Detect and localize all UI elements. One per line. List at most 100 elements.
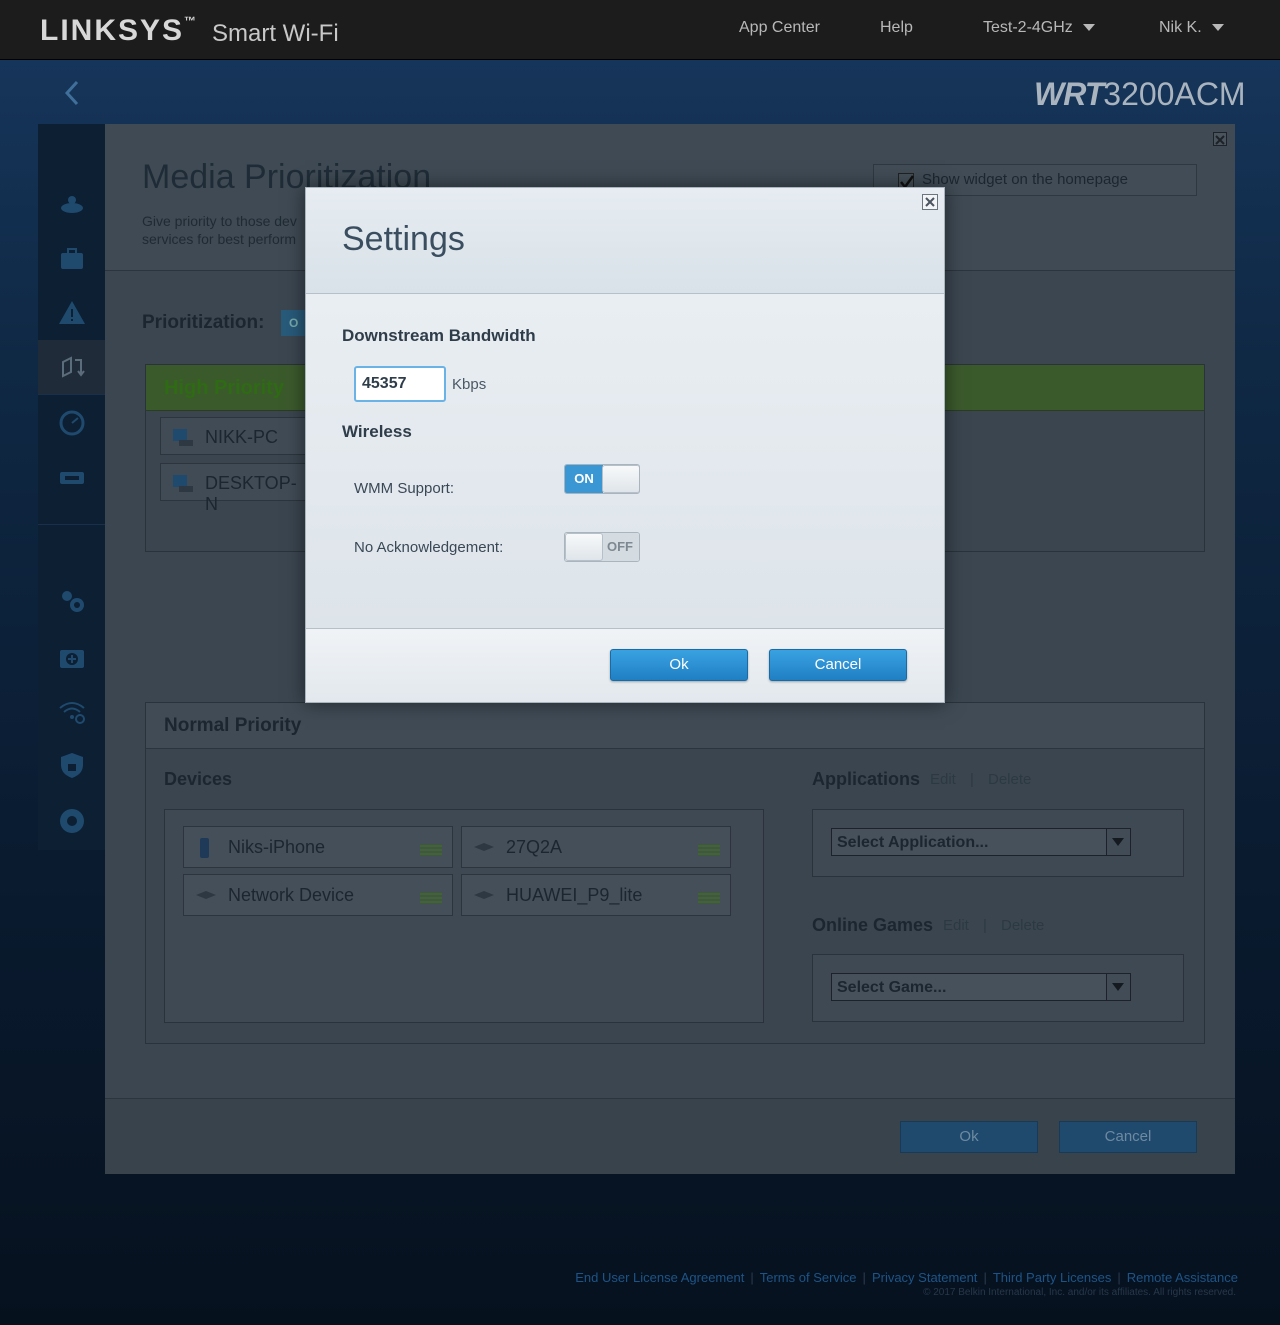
application-select[interactable]: Select Application... [831,828,1131,856]
toggle-knob [565,533,603,561]
wmm-support-toggle[interactable]: ON [564,464,640,494]
games-delete-link[interactable]: Delete [1001,917,1044,934]
gears-icon [62,591,84,612]
sidebar-item-connectivity-user[interactable] [38,794,106,848]
wmm-support-label: WMM Support: [354,480,455,497]
games-edit-link[interactable]: Edit [943,917,969,934]
sidebar-item-troubleshooting[interactable] [38,286,106,340]
chevron-down-icon[interactable] [1106,974,1130,1000]
normal-priority-header: Normal Priority [146,703,1204,749]
user-name: Nik K. [1159,19,1202,36]
remote-assistance-link[interactable]: Remote Assistance [1127,1270,1238,1285]
close-icon [1215,135,1225,145]
network-device-icon [196,891,216,899]
router-model: WRT3200ACM [1034,76,1246,112]
drag-handle-icon[interactable] [698,893,720,905]
nav-help[interactable]: Help [880,19,913,37]
applications-delete-link[interactable]: Delete [988,771,1031,788]
chevron-down-icon [1082,24,1095,32]
sidebar-item-media-prioritization[interactable] [38,340,106,394]
footer-links: End User License Agreement | Terms of Serv… [575,1270,1238,1285]
dialog-title: Settings [342,220,465,258]
sidebar-item-connectivity[interactable] [38,574,106,628]
toggle-on-label: ON [565,465,603,493]
device-tile[interactable]: Niks-iPhone [183,826,453,868]
device-tile[interactable]: 27Q2A [461,826,731,868]
wifi-settings-icon [59,702,85,724]
suitcase-icon [61,248,83,269]
privacy-link[interactable]: Privacy Statement [872,1270,978,1285]
toggle-knob [602,465,639,493]
nav-app-center[interactable]: App Center [739,19,820,37]
game-select[interactable]: Select Game... [831,973,1131,1001]
computer-icon [173,429,193,446]
terms-link[interactable]: Terms of Service [760,1270,857,1285]
dialog-cancel-button[interactable]: Cancel [769,649,907,681]
drag-handle-icon[interactable] [420,845,442,857]
settings-dialog: Settings Downstream Bandwidth Kbps Wirel… [305,187,945,703]
close-icon [925,197,935,207]
normal-device-list: Niks-iPhone 27Q2A Network Device HUAWEI_… [164,809,764,1023]
dialog-close-button[interactable] [922,194,938,210]
eula-link[interactable]: End User License Agreement [575,1270,744,1285]
sidebar-item-security[interactable] [38,738,106,792]
network-selector[interactable]: Test-2-4GHz [983,19,1095,37]
applications-edit-link[interactable]: Edit [930,771,956,788]
bandwidth-input[interactable] [354,366,446,402]
shield-icon [61,753,83,778]
wireless-heading: Wireless [342,422,412,441]
prioritization-label: Prioritization: [142,312,265,333]
speedometer-icon [59,410,85,436]
network-device-icon [474,843,494,851]
toggle-off-label: OFF [601,533,639,561]
normal-priority-section: Normal Priority Devices Niks-iPhone 27Q2… [145,702,1205,1044]
applications-heading: Applications [812,769,921,789]
media-prioritization-icon [62,356,85,378]
computer-icon [173,475,193,492]
usb-icon [60,472,84,484]
brand-subtitle: Smart Wi-Fi [212,20,339,47]
panel-ok-button[interactable]: Ok [900,1121,1038,1153]
drag-handle-icon[interactable] [420,893,442,905]
link-separator: | [970,771,974,788]
dialog-ok-button[interactable]: Ok [610,649,748,681]
prioritization-toggle[interactable]: O [281,310,307,336]
network-device-icon [474,891,494,899]
sidebar [38,124,106,850]
sidebar-item-wireless[interactable] [38,684,106,738]
show-widget-label: Show widget on the homepage [922,171,1128,188]
panel-cancel-button[interactable]: Cancel [1059,1121,1197,1153]
chevron-down-icon[interactable] [1106,829,1130,855]
linksys-logo[interactable]: LINKSYS™ [40,14,198,48]
high-priority-device[interactable]: DESKTOP-N [160,463,310,514]
devices-heading: Devices [164,769,233,789]
user-menu[interactable]: Nik K. [1159,19,1224,37]
warning-icon [59,301,85,324]
bandwidth-unit: Kbps [452,376,487,393]
first-aid-icon [60,650,84,668]
sidebar-item-guest-access[interactable] [38,232,106,286]
drag-handle-icon[interactable] [698,845,720,857]
no-acknowledgement-toggle[interactable]: OFF [564,532,640,562]
downstream-bandwidth-heading: Downstream Bandwidth [342,326,536,345]
back-arrow-icon[interactable] [58,78,88,108]
third-party-link[interactable]: Third Party Licenses [993,1270,1112,1285]
high-priority-device[interactable]: NIKK-PC [160,417,310,455]
top-header: LINKSYS™ Smart Wi-Fi App Center Help Tes… [0,0,1280,60]
sidebar-item-network-map[interactable] [38,178,106,232]
network-name: Test-2-4GHz [983,19,1073,36]
device-tile[interactable]: Network Device [183,874,453,916]
normal-priority-title: Normal Priority [164,715,302,736]
device-tile[interactable]: HUAWEI_P9_lite [461,874,731,916]
application-select-frame: Select Application... [812,809,1184,877]
copyright-text: © 2017 Belkin International, Inc. and/or… [923,1287,1236,1298]
online-games-heading: Online Games [812,915,934,935]
panel-footer: Ok Cancel [105,1098,1235,1174]
sidebar-item-troubleshoot-kit[interactable] [38,630,106,684]
sidebar-item-external-storage[interactable] [38,450,106,504]
dialog-footer: Ok Cancel [306,628,944,702]
sidebar-item-speed-test[interactable] [38,396,106,450]
link-separator: | [983,917,987,934]
panel-close-button[interactable] [1213,132,1227,146]
dialog-body: Downstream Bandwidth Kbps Wireless WMM S… [306,294,944,628]
